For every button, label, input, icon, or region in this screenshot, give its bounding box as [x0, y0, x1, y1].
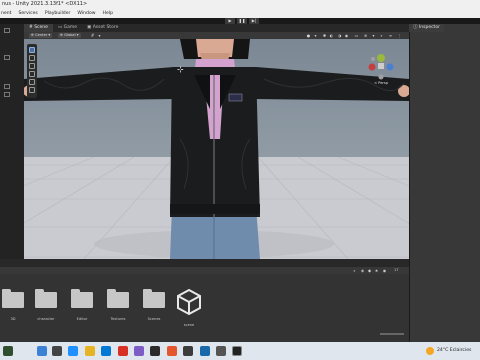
- app-icon[interactable]: [183, 346, 193, 356]
- orientation-gizmo[interactable]: [368, 54, 394, 80]
- project-toolbar: ⌕ ◈ ◆ ★ ◉ 17: [0, 267, 409, 274]
- app-icon[interactable]: [167, 346, 177, 356]
- folder-item-3d[interactable]: 3D: [0, 288, 26, 328]
- panel-icon[interactable]: [4, 92, 10, 97]
- cursor-icon: ⊹: [177, 65, 184, 74]
- folder-item-editor[interactable]: Editor: [69, 288, 95, 328]
- menu-window[interactable]: Window: [77, 9, 95, 18]
- scene-tools-palette: [27, 44, 37, 98]
- panel-icon[interactable]: [4, 55, 10, 60]
- hierarchy-icon[interactable]: [4, 28, 10, 33]
- label-icon[interactable]: ◆: [367, 268, 372, 273]
- edge-icon[interactable]: [68, 346, 78, 356]
- scale-tool-icon[interactable]: [29, 71, 35, 77]
- scene-tab-row: # Scene ▭ Game ▣ Asset Store: [24, 24, 409, 32]
- folder-item-scenes[interactable]: Scenes: [141, 288, 167, 328]
- tab-game[interactable]: ▭ Game: [53, 24, 82, 32]
- view-tool-icon[interactable]: [29, 47, 35, 53]
- draw-mode-icon[interactable]: ●: [306, 33, 311, 38]
- snap-icon[interactable]: ▾: [97, 33, 102, 38]
- windows-taskbar: [0, 342, 480, 360]
- more-icon[interactable]: ⋮: [397, 33, 402, 38]
- tab-inspector[interactable]: ⓘ Inspector: [409, 24, 444, 32]
- menu-component[interactable]: nent: [1, 9, 11, 18]
- folder-icon: [107, 289, 129, 308]
- audio-icon[interactable]: ◐: [329, 33, 334, 38]
- item-count: 17: [394, 268, 399, 272]
- weather-text[interactable]: 24°C Eclaircies: [437, 342, 471, 360]
- scene-toolbar: ⊕ Center ▾ ⊕ Global ▾ # ▾ ● ▾ ✱ ◐ ◑ ◉ ▭ …: [24, 32, 409, 39]
- search-icon[interactable]: ⌕: [352, 268, 357, 273]
- tab-scene[interactable]: # Scene: [24, 24, 53, 32]
- rotate-tool-icon[interactable]: [29, 63, 35, 69]
- inspector-panel-lower: [409, 259, 480, 342]
- folder-icon: [2, 289, 24, 308]
- project-browser: 3D character Editor Textures Scenes scen…: [0, 274, 409, 342]
- app-icon[interactable]: [200, 346, 210, 356]
- tab-asset-store[interactable]: ▣ Asset Store: [82, 24, 123, 32]
- folder-item-character[interactable]: character: [33, 288, 59, 328]
- wallpaper-thumb-icon[interactable]: [3, 346, 13, 356]
- project-tab-row: [0, 259, 480, 267]
- scene-asset-item[interactable]: scene: [176, 288, 202, 328]
- app-icon[interactable]: [216, 346, 226, 356]
- search-icon[interactable]: ⌕: [379, 33, 384, 38]
- taskview-icon[interactable]: [52, 346, 62, 356]
- visibility-icon[interactable]: ◉: [344, 33, 349, 38]
- explorer-icon[interactable]: [85, 346, 95, 356]
- mail-icon[interactable]: [101, 346, 111, 356]
- space-dropdown[interactable]: ⊕ Global ▾: [58, 33, 81, 38]
- inspector-panel: [409, 24, 480, 259]
- start-icon[interactable]: [37, 346, 47, 356]
- menu-playbuilder[interactable]: Playbuilder: [45, 9, 71, 18]
- menu-services[interactable]: Services: [18, 9, 37, 18]
- menu-help[interactable]: Help: [103, 9, 113, 18]
- transform-tool-icon[interactable]: [29, 87, 35, 93]
- left-panel-strip: [0, 24, 24, 259]
- weather-icon: [426, 347, 434, 355]
- grid-icon[interactable]: #: [90, 33, 95, 38]
- camera-icon[interactable]: ▭: [354, 33, 359, 38]
- app-icon[interactable]: [134, 346, 144, 356]
- star-icon[interactable]: ★: [374, 268, 379, 273]
- scene-view[interactable]: ⊹ < Persp: [24, 39, 409, 259]
- lighting-icon[interactable]: ✱: [322, 33, 327, 38]
- unity-scene-icon: [177, 288, 201, 316]
- icon-size-slider[interactable]: [380, 333, 404, 335]
- app-icon[interactable]: [150, 346, 160, 356]
- folder-icon: [71, 289, 93, 308]
- folder-icon: [143, 289, 165, 308]
- menu-bar: nent Services Playbuilder Window Help: [0, 9, 480, 18]
- folder-icon: [35, 289, 57, 308]
- 2d-toggle-icon[interactable]: ▾: [313, 33, 318, 38]
- filter-icon[interactable]: ◈: [360, 268, 365, 273]
- pivot-dropdown[interactable]: ⊕ Center ▾: [29, 33, 53, 38]
- unity-editor-window: { "window": { "title": "nus - Unity 2021…: [0, 0, 480, 360]
- effects-icon[interactable]: ◑: [337, 33, 342, 38]
- eye-icon[interactable]: ◉: [382, 268, 387, 273]
- chevron-down-icon[interactable]: ▾: [371, 33, 376, 38]
- layers-icon[interactable]: ≡: [388, 33, 393, 38]
- chrome-icon[interactable]: [118, 346, 128, 356]
- window-title: nus - Unity 2021.3.13f1* <DX11>: [0, 0, 480, 9]
- rect-tool-icon[interactable]: [29, 79, 35, 85]
- move-tool-icon[interactable]: [29, 55, 35, 61]
- unity-taskbar-icon[interactable]: [232, 346, 242, 356]
- gizmos-icon[interactable]: ⊕: [363, 33, 368, 38]
- folder-item-textures[interactable]: Textures: [105, 288, 131, 328]
- perspective-label[interactable]: < Persp: [374, 81, 388, 85]
- panel-icon[interactable]: [4, 84, 10, 89]
